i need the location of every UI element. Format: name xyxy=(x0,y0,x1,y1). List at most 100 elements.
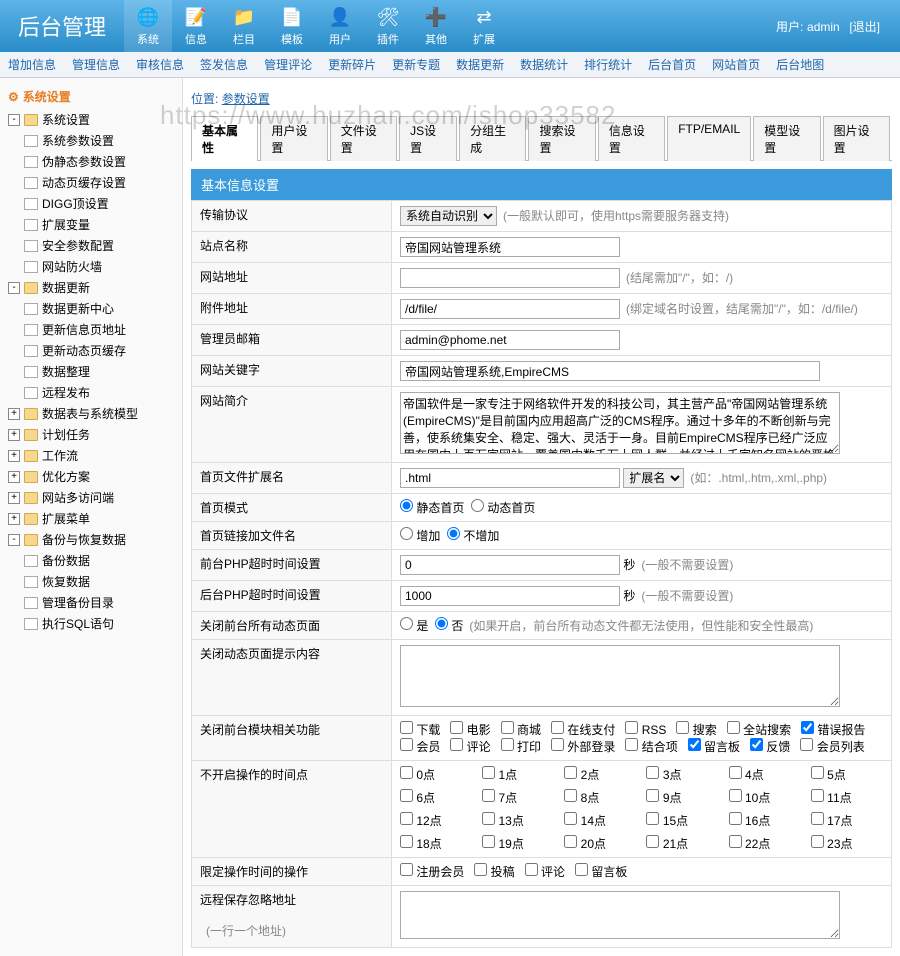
cb-反馈[interactable] xyxy=(750,738,763,751)
tab-文件设置[interactable]: 文件设置 xyxy=(330,116,397,161)
cb-0点[interactable] xyxy=(400,766,413,779)
tree-group-工作流[interactable]: +工作流 xyxy=(4,445,178,466)
tree-item-扩展变量[interactable]: 扩展变量 xyxy=(20,214,178,235)
tree-group-优化方案[interactable]: +优化方案 xyxy=(4,466,178,487)
tab-用户设置[interactable]: 用户设置 xyxy=(260,116,327,161)
cb-结合项[interactable] xyxy=(625,738,638,751)
cb-18点[interactable] xyxy=(400,835,413,848)
cb-14点[interactable] xyxy=(564,812,577,825)
tree-item-系统参数设置[interactable]: 系统参数设置 xyxy=(20,130,178,151)
nav-信息[interactable]: 📝信息 xyxy=(172,0,220,52)
select-indexext[interactable]: 扩展名 xyxy=(623,468,684,488)
subnav-数据统计[interactable]: 数据统计 xyxy=(520,56,568,73)
toggle-icon[interactable]: + xyxy=(8,450,20,462)
cb-RSS[interactable] xyxy=(625,721,638,734)
cb-12点[interactable] xyxy=(400,812,413,825)
input-adminemail[interactable] xyxy=(400,330,620,350)
tab-JS设置[interactable]: JS设置 xyxy=(399,116,457,161)
toggle-icon[interactable]: - xyxy=(8,282,20,294)
tree-item-DIGG顶设置[interactable]: DIGG顶设置 xyxy=(20,193,178,214)
input-sitename[interactable] xyxy=(400,237,620,257)
cb-9点[interactable] xyxy=(646,789,659,802)
tree-group-备份与恢复数据[interactable]: -备份与恢复数据 xyxy=(4,529,178,550)
cb-4点[interactable] xyxy=(729,766,742,779)
subnav-签发信息[interactable]: 签发信息 xyxy=(200,56,248,73)
tree-item-伪静态参数设置[interactable]: 伪静态参数设置 xyxy=(20,151,178,172)
nav-插件[interactable]: 🛠插件 xyxy=(364,0,412,52)
tree-item-远程发布[interactable]: 远程发布 xyxy=(20,382,178,403)
cb-电影[interactable] xyxy=(450,721,463,734)
tree-item-动态页缓存设置[interactable]: 动态页缓存设置 xyxy=(20,172,178,193)
subnav-管理评论[interactable]: 管理评论 xyxy=(264,56,312,73)
toggle-icon[interactable]: + xyxy=(8,408,20,420)
tree-item-更新动态页缓存[interactable]: 更新动态页缓存 xyxy=(20,340,178,361)
tree-item-执行SQL语句[interactable]: 执行SQL语句 xyxy=(20,613,178,634)
cb-20点[interactable] xyxy=(564,835,577,848)
nav-用户[interactable]: 👤用户 xyxy=(316,0,364,52)
subnav-网站首页[interactable]: 网站首页 xyxy=(712,56,760,73)
radio-close-no[interactable] xyxy=(435,617,448,630)
breadcrumb-link[interactable]: 参数设置 xyxy=(222,92,270,106)
cb-注册会员[interactable] xyxy=(400,863,413,876)
input-indexext[interactable] xyxy=(400,468,620,488)
cb-在线支付[interactable] xyxy=(551,721,564,734)
cb-19点[interactable] xyxy=(482,835,495,848)
radio-close-yes[interactable] xyxy=(400,617,413,630)
tab-模型设置[interactable]: 模型设置 xyxy=(753,116,820,161)
tree-group-网站多访问端[interactable]: +网站多访问端 xyxy=(4,487,178,508)
tab-FTP/EMAIL[interactable]: FTP/EMAIL xyxy=(667,116,751,161)
nav-系统[interactable]: 🌐系统 xyxy=(124,0,172,52)
tab-分组生成[interactable]: 分组生成 xyxy=(459,116,526,161)
cb-6点[interactable] xyxy=(400,789,413,802)
cb-11点[interactable] xyxy=(811,789,824,802)
radio-static[interactable] xyxy=(400,499,413,512)
tree-item-数据整理[interactable]: 数据整理 xyxy=(20,361,178,382)
cb-留言板[interactable] xyxy=(575,863,588,876)
cb-21点[interactable] xyxy=(646,835,659,848)
toggle-icon[interactable]: + xyxy=(8,429,20,441)
tab-基本属性[interactable]: 基本属性 xyxy=(191,116,258,161)
toggle-icon[interactable]: - xyxy=(8,534,20,546)
tree-group-数据表与系统模型[interactable]: +数据表与系统模型 xyxy=(4,403,178,424)
tree-item-网站防火墙[interactable]: 网站防火墙 xyxy=(20,256,178,277)
cb-搜索[interactable] xyxy=(676,721,689,734)
subnav-排行统计[interactable]: 排行统计 xyxy=(584,56,632,73)
cb-打印[interactable] xyxy=(501,738,514,751)
cb-投稿[interactable] xyxy=(474,863,487,876)
cb-3点[interactable] xyxy=(646,766,659,779)
toggle-icon[interactable]: + xyxy=(8,492,20,504)
tree-item-更新信息页地址[interactable]: 更新信息页地址 xyxy=(20,319,178,340)
tab-信息设置[interactable]: 信息设置 xyxy=(598,116,665,161)
radio-dynamic[interactable] xyxy=(471,499,484,512)
cb-5点[interactable] xyxy=(811,766,824,779)
toggle-icon[interactable]: + xyxy=(8,513,20,525)
cb-23点[interactable] xyxy=(811,835,824,848)
cb-17点[interactable] xyxy=(811,812,824,825)
tree-item-备份数据[interactable]: 备份数据 xyxy=(20,550,178,571)
toggle-icon[interactable]: - xyxy=(8,114,20,126)
tree-group-系统设置[interactable]: -系统设置 xyxy=(4,109,178,130)
textarea-remoteaddr[interactable] xyxy=(400,891,840,939)
cb-评论[interactable] xyxy=(450,738,463,751)
subnav-后台首页[interactable]: 后台首页 xyxy=(648,56,696,73)
cb-7点[interactable] xyxy=(482,789,495,802)
subnav-后台地图[interactable]: 后台地图 xyxy=(776,56,824,73)
tab-搜索设置[interactable]: 搜索设置 xyxy=(528,116,595,161)
cb-商城[interactable] xyxy=(501,721,514,734)
cb-2点[interactable] xyxy=(564,766,577,779)
cb-评论[interactable] xyxy=(525,863,538,876)
input-fronttimeout[interactable] xyxy=(400,555,620,575)
subnav-更新专题[interactable]: 更新专题 xyxy=(392,56,440,73)
logout-link[interactable]: [退出] xyxy=(849,20,880,34)
nav-栏目[interactable]: 📁栏目 xyxy=(220,0,268,52)
tree-group-计划任务[interactable]: +计划任务 xyxy=(4,424,178,445)
cb-会员列表[interactable] xyxy=(800,738,813,751)
toggle-icon[interactable]: + xyxy=(8,471,20,483)
input-fileurl[interactable] xyxy=(400,299,620,319)
cb-1点[interactable] xyxy=(482,766,495,779)
nav-模板[interactable]: 📄模板 xyxy=(268,0,316,52)
textarea-intro[interactable]: 帝国软件是一家专注于网络软件开发的科技公司，其主营产品"帝国网站管理系统(Emp… xyxy=(400,392,840,454)
textarea-closemsg[interactable] xyxy=(400,645,840,707)
cb-8点[interactable] xyxy=(564,789,577,802)
subnav-增加信息[interactable]: 增加信息 xyxy=(8,56,56,73)
